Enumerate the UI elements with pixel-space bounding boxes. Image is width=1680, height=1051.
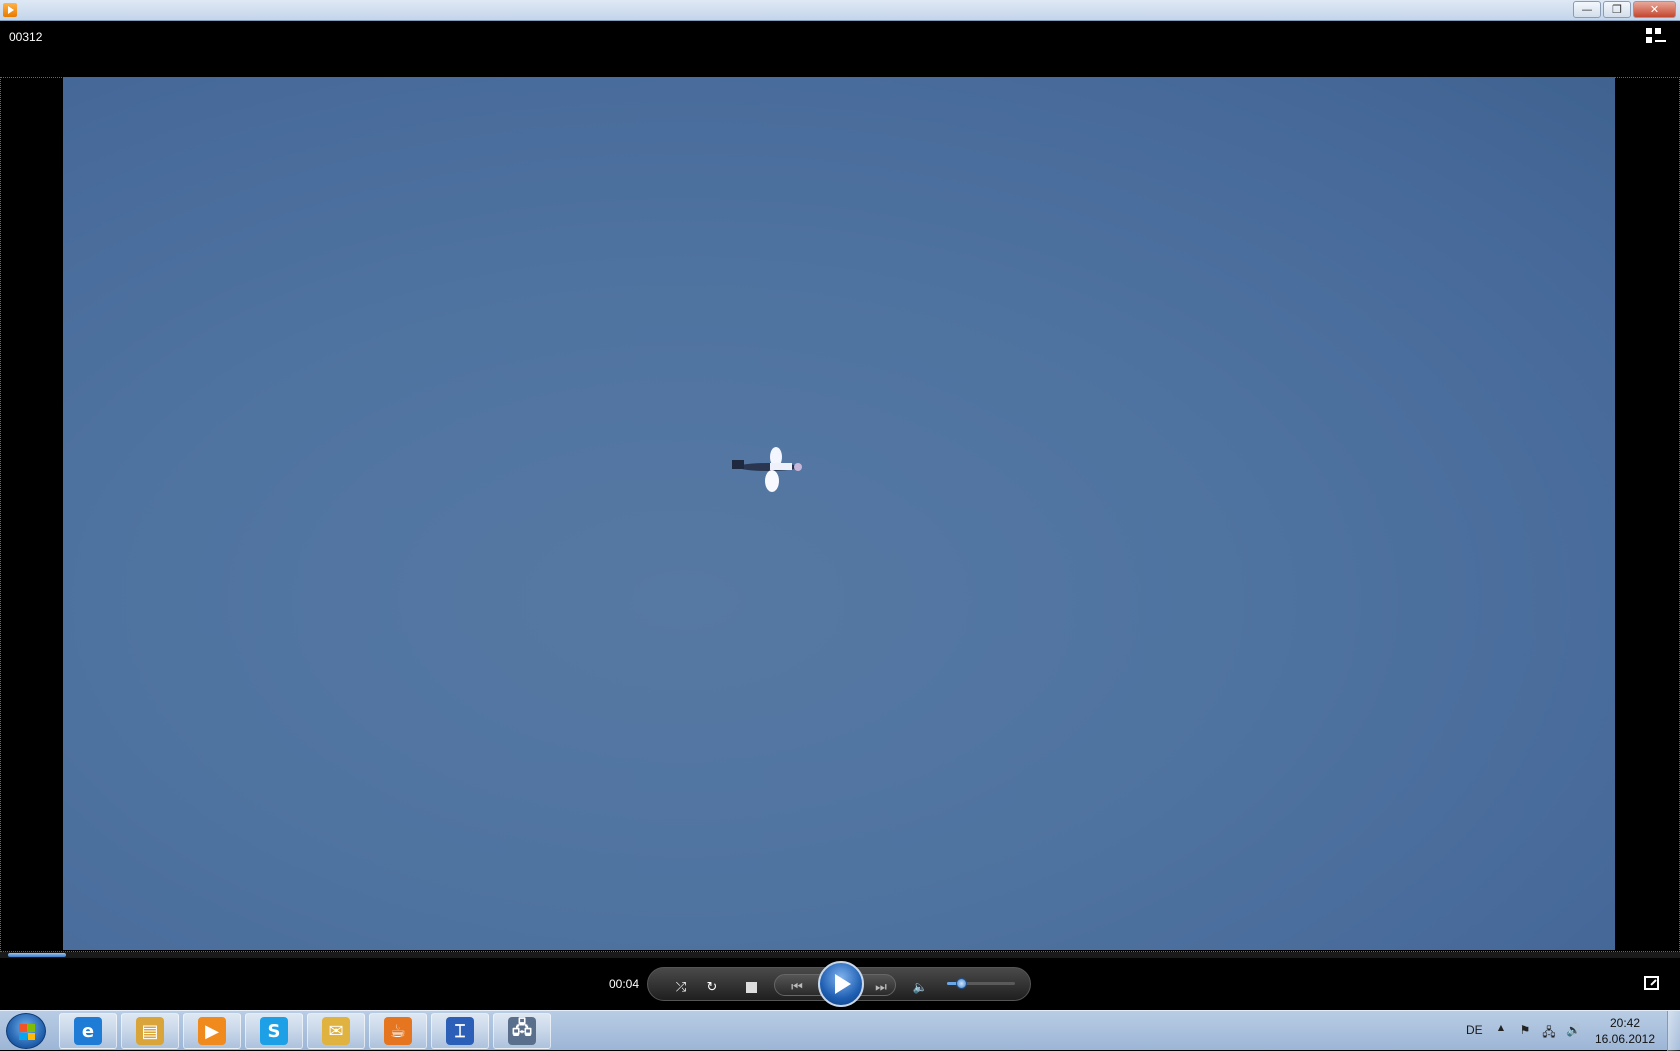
stop-icon <box>745 981 757 993</box>
internet-explorer-icon: e <box>74 1017 102 1045</box>
show-hidden-icons-icon[interactable]: ▲ <box>1494 1023 1508 1037</box>
play-button[interactable] <box>818 961 864 1007</box>
taskbar-skype-button[interactable]: S <box>245 1013 303 1049</box>
shuffle-icon[interactable]: ⤮ <box>671 977 691 997</box>
elapsed-time: 00:04 <box>609 977 640 991</box>
clock[interactable]: 20:42 16.06.2012 <box>1590 1015 1660 1047</box>
volume-handle[interactable] <box>955 978 967 989</box>
player-header: 00312 <box>0 21 1680 77</box>
clock-date: 16.06.2012 <box>1594 1032 1656 1046</box>
minimize-button[interactable]: — <box>1573 1 1601 18</box>
network-icon[interactable]: 🖧 <box>1542 1023 1556 1039</box>
switch-to-library-icon[interactable] <box>1646 28 1666 46</box>
show-desktop-button[interactable] <box>1667 1011 1680 1051</box>
fullscreen-icon[interactable] <box>1644 976 1659 990</box>
now-playing-title: 00312 <box>9 30 43 44</box>
video-surface[interactable] <box>63 77 1615 950</box>
close-button[interactable]: ✕ <box>1633 1 1676 18</box>
window-title-bar[interactable]: — ❐ ✕ <box>0 0 1680 21</box>
repeat-icon[interactable]: ↻ <box>702 977 722 997</box>
mute-icon[interactable]: 🔈 <box>910 977 930 997</box>
skype-icon: S <box>260 1017 288 1045</box>
taskbar-internet-explorer-button[interactable]: e <box>59 1013 117 1049</box>
taskbar-media-player-button[interactable]: ▶ <box>183 1013 241 1049</box>
taskbar-mail-button[interactable]: ✉ <box>307 1013 365 1049</box>
speaker-icon[interactable]: 🔊 <box>1566 1023 1581 1037</box>
clock-time: 20:42 <box>1609 1016 1641 1030</box>
media-player-icon: ▶ <box>198 1017 226 1045</box>
taskbar-file-explorer-button[interactable]: ▤ <box>121 1013 179 1049</box>
network-app-icon: 🖧 <box>508 1017 536 1045</box>
tool-app-icon: ⌶ <box>446 1017 474 1045</box>
playback-controls: 00:04 ⤮ ↻ ⏮ ⏭ 🔈 <box>0 958 1680 1010</box>
taskbar-tool-app-button[interactable]: ⌶ <box>431 1013 489 1049</box>
stop-button[interactable] <box>741 977 761 997</box>
media-player-icon[interactable] <box>3 3 17 17</box>
language-indicator[interactable]: DE <box>1466 1023 1483 1037</box>
start-button[interactable] <box>6 1013 46 1049</box>
volume-slider[interactable] <box>947 978 1015 989</box>
restore-button[interactable]: ❐ <box>1603 1 1631 18</box>
taskbar-network-app-button[interactable]: 🖧 <box>493 1013 551 1049</box>
next-button[interactable]: ⏭ <box>866 977 896 997</box>
previous-button[interactable]: ⏮ <box>782 977 812 997</box>
window-controls: — ❐ ✕ <box>1573 1 1676 18</box>
airplane-image <box>732 447 802 492</box>
mail-icon: ✉ <box>322 1017 350 1045</box>
windows-logo-icon <box>19 1024 35 1040</box>
file-explorer-icon: ▤ <box>136 1017 164 1045</box>
taskbar: e ▤ ▶ S ✉ ☕ ⌶ 🖧 DE ▲ ⚑ 🖧 🔊 20:42 16.06.2012 <box>0 1010 1680 1051</box>
java-icon: ☕ <box>384 1017 412 1045</box>
action-center-flag-icon[interactable]: ⚑ <box>1518 1023 1532 1037</box>
taskbar-java-button[interactable]: ☕ <box>369 1013 427 1049</box>
seek-progress <box>8 953 67 957</box>
